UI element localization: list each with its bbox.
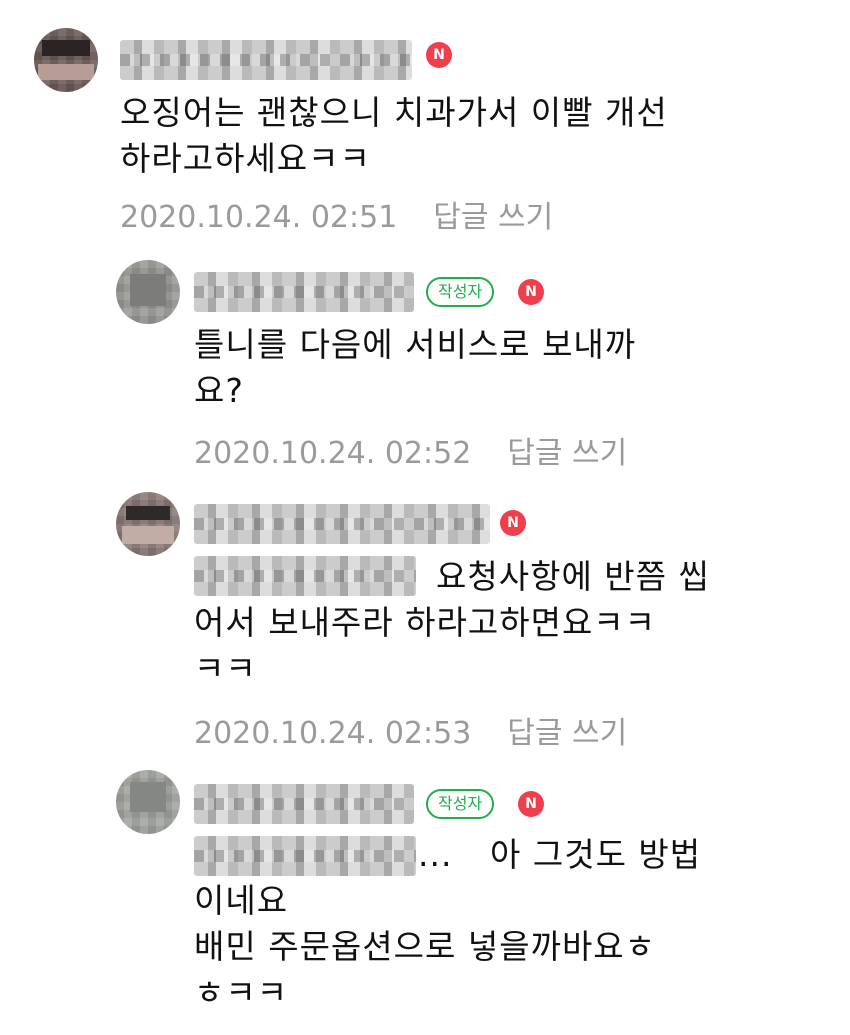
mention-ellipsis: ... — [418, 835, 453, 874]
author-badge: 작성자 — [426, 277, 495, 307]
nickname-blurred[interactable] — [120, 40, 412, 80]
comment-text-continued: 어서 보내주라 하라고하면요ㅋㅋ ㅋㅋ — [194, 603, 657, 688]
comment-text: 요청사항에 반쯤 씹 — [436, 557, 710, 596]
nickname-blurred[interactable] — [194, 504, 490, 544]
timestamp: 2020.10.24. 02:51 — [120, 200, 398, 235]
mention-blurred[interactable] — [194, 836, 416, 876]
new-badge: N — [500, 510, 526, 536]
author-badge: 작성자 — [426, 789, 495, 819]
avatar[interactable] — [116, 260, 180, 324]
comment-text: 오징어는 괜찮으니 치과가서 이빨 개선 하라고하세요ㅋㅋ — [120, 93, 668, 178]
nickname-blurred[interactable] — [194, 784, 414, 824]
avatar[interactable] — [34, 28, 98, 92]
comment-text: 틀니를 다음에 서비스로 보내까 요? — [194, 325, 637, 410]
mention-blurred[interactable] — [194, 556, 416, 596]
avatar[interactable] — [116, 492, 180, 556]
reply-button[interactable]: 답글 쓰기 — [507, 436, 627, 471]
timestamp: 2020.10.24. 02:53 — [194, 716, 472, 751]
new-badge: N — [518, 791, 544, 817]
avatar[interactable] — [116, 770, 180, 834]
reply-button[interactable]: 답글 쓰기 — [433, 200, 553, 235]
nickname-blurred[interactable] — [194, 272, 414, 312]
comment-meta: 2020.10.24. 02:53 답글 쓰기 — [194, 708, 627, 752]
timestamp: 2020.10.24. 02:52 — [194, 436, 472, 471]
comment-meta: 2020.10.24. 02:52 답글 쓰기 — [194, 428, 627, 472]
comment-meta: 2020.10.24. 02:51 답글 쓰기 — [120, 192, 553, 236]
comment-text-continued: 이네요 배민 주문옵션으로 넣을까바요ㅎ ㅎㅋㅋ — [194, 881, 657, 1012]
new-badge: N — [518, 279, 544, 305]
reply-button[interactable]: 답글 쓰기 — [507, 716, 627, 751]
comment-text: 아 그것도 방법 — [490, 835, 702, 874]
new-badge: N — [426, 42, 452, 68]
